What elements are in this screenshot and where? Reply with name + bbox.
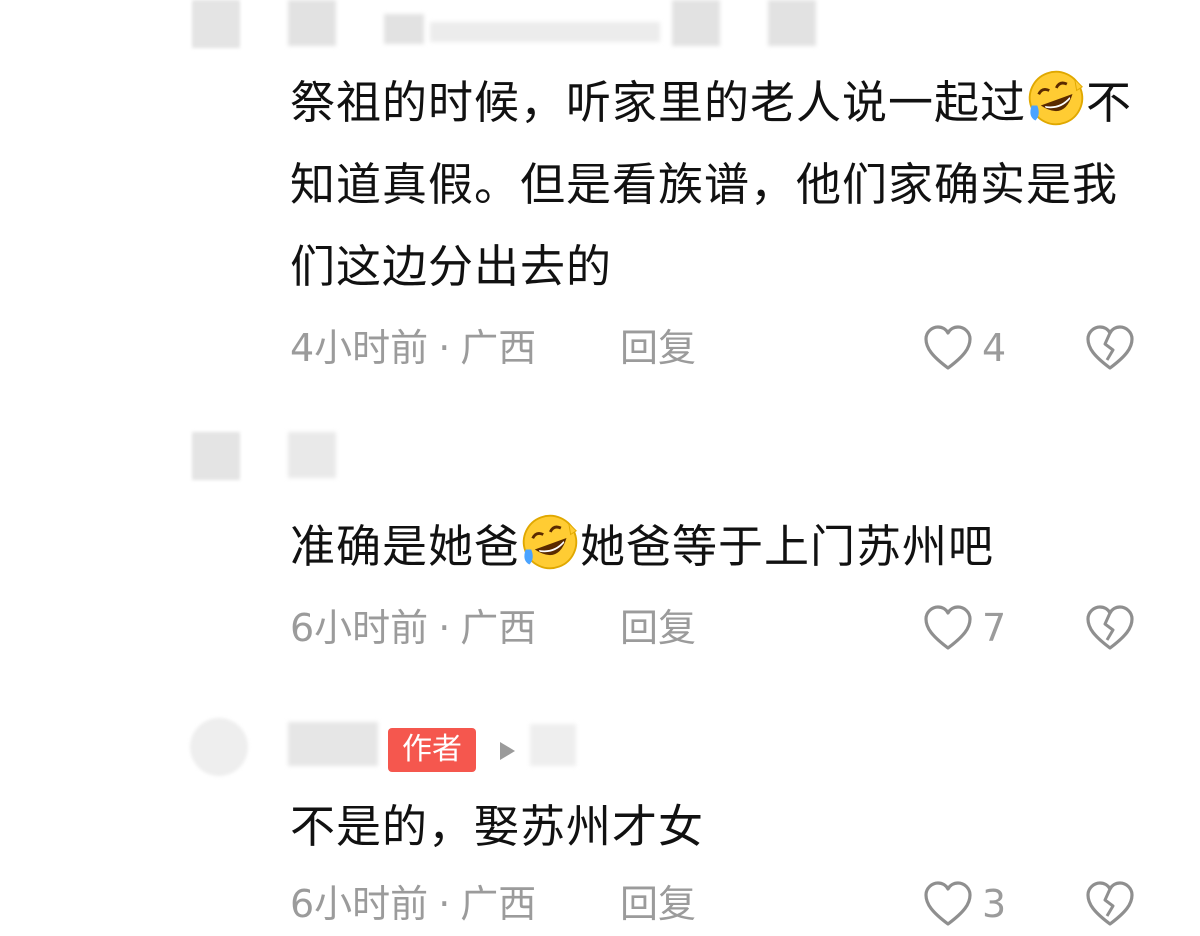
comment-time: 6小时前 [290,882,429,926]
comment-meta: 6小时前 · 广西 [290,880,536,928]
comment-text: 准确是她爸 她爸等于上门苏州吧 [290,506,1150,588]
reply-button[interactable]: 回复 [620,604,696,652]
like-count: 3 [982,882,1007,926]
reply-button[interactable]: 回复 [620,880,696,928]
like-button[interactable]: 4 [922,324,1006,372]
username-blurred-part [672,0,720,46]
reply-button[interactable]: 回复 [620,324,696,372]
comment-text: 不是的，娶苏州才女 [290,800,705,853]
comment-text: 祭祖的时候，听家里的老人说一起过 不知道真假。但是看族谱，他们家确实是我们这边分… [290,62,1150,308]
rolling-laughing-emoji [1028,70,1084,126]
like-button[interactable]: 7 [922,604,1006,652]
meta-separator: · [438,882,451,926]
username-blurred[interactable] [288,0,336,46]
rolling-laughing-emoji [522,514,578,570]
avatar-blurred[interactable] [192,432,240,480]
meta-separator: · [438,606,451,650]
comment-location: 广西 [460,882,537,926]
broken-heart-icon [1086,325,1134,370]
username-blurred-part [430,22,660,42]
comment-text-part: 祭祖的时候，听家里的老人说一起过 [290,76,1027,129]
avatar-blurred[interactable] [192,0,240,48]
comment-text-part: 准确是她爸 [290,520,521,573]
like-button[interactable]: 3 [922,880,1006,928]
play-triangle-icon [500,742,515,760]
reply-target-blurred [530,724,576,766]
author-badge: 作者 [388,728,476,772]
username-blurred[interactable] [288,722,378,766]
heart-outline-icon [924,605,972,650]
broken-heart-icon [1086,881,1134,926]
username-blurred-part [768,0,816,46]
broken-heart-icon [1086,605,1134,650]
avatar-blurred[interactable] [190,718,248,776]
comment-time: 6小时前 [290,606,429,650]
dislike-button[interactable] [1084,604,1136,656]
comment-location: 广西 [460,606,537,650]
comment-location: 广西 [460,326,537,370]
heart-outline-icon [924,881,972,926]
comment-meta: 6小时前 · 广西 [290,604,536,652]
username-blurred-part [384,14,424,44]
heart-outline-icon [924,325,972,370]
dislike-button[interactable] [1084,880,1136,932]
like-count: 7 [982,606,1007,650]
username-blurred[interactable] [288,432,336,478]
comment-time: 4小时前 [290,326,429,370]
like-count: 4 [982,326,1007,370]
meta-separator: · [438,326,451,370]
comment-meta: 4小时前 · 广西 [290,324,536,372]
dislike-button[interactable] [1084,324,1136,376]
comment-text-part: 她爸等于上门苏州吧 [580,520,995,573]
